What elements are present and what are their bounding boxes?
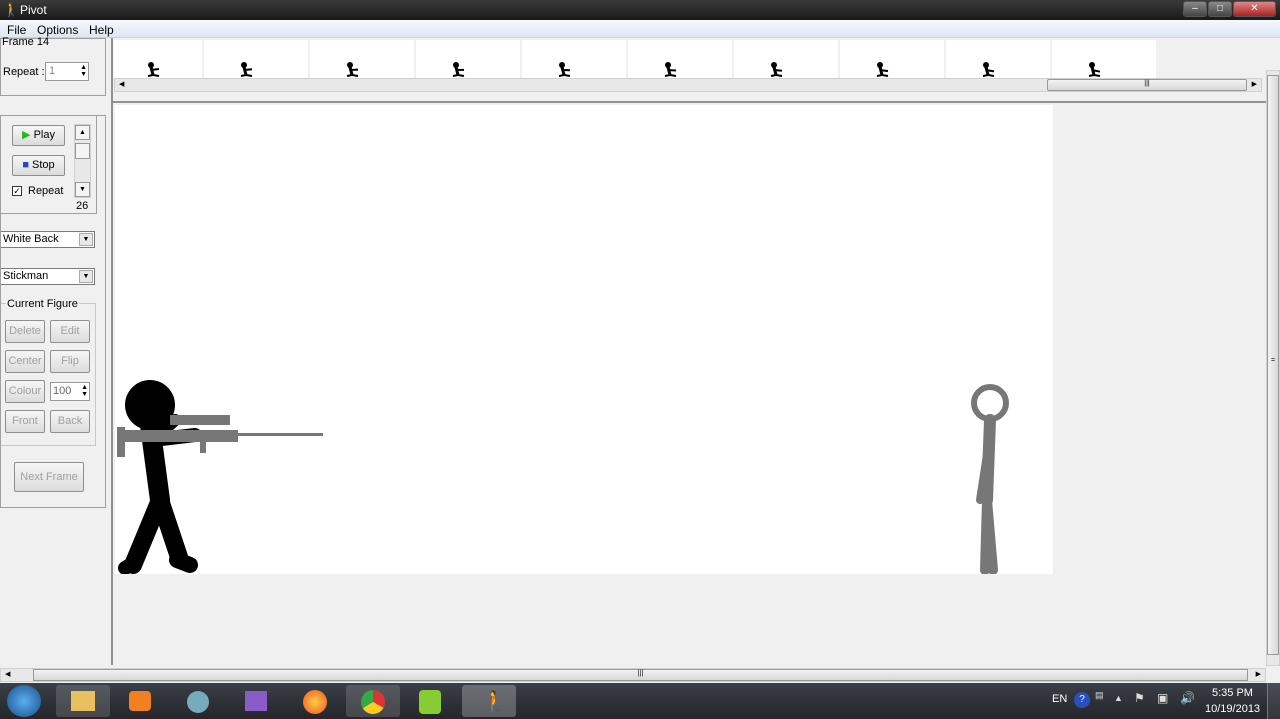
taskbar-visual-studio[interactable] [230,685,284,717]
animation-canvas[interactable] [115,105,1053,574]
back-button[interactable]: Back [50,410,90,433]
divider [111,38,113,665]
help-icon[interactable]: ? [1074,692,1090,708]
flip-button[interactable]: Flip [50,350,90,373]
next-frame-button[interactable]: Next Frame [14,462,84,492]
start-button[interactable] [7,685,41,717]
window-title: Pivot [20,3,47,17]
scroll-left-icon[interactable]: ◀ [119,80,124,88]
current-figure-legend: Current Figure [6,298,79,310]
repeat-checkbox[interactable]: ✓ [12,186,22,196]
action-center-flag-icon[interactable]: ⚑ [1134,691,1145,705]
timeline-scroll-thumb[interactable]: ||| [1047,79,1247,91]
target-stickman[interactable] [971,384,1009,574]
timeline-frame[interactable] [628,40,732,78]
clock-date[interactable]: 10/19/2013 [1205,703,1260,715]
vertical-scroll-thumb[interactable]: = [1267,75,1279,655]
play-icon: ▶ [22,129,31,141]
maximize-button[interactable]: □ [1208,1,1232,17]
scroll-right-icon[interactable]: ▶ [1256,670,1261,678]
background-select-value: White Back [3,233,59,245]
frame-label: Frame 14 [2,36,50,48]
figure-type-value: Stickman [3,270,49,282]
colour-button[interactable]: Colour [5,380,45,403]
repeat-label: Repeat : [3,66,45,78]
network-adapter-icon[interactable]: ▤ [1095,690,1104,701]
taskbar-chrome-alt[interactable] [172,685,226,717]
menu-bar: File Options Help [0,20,1280,38]
frame-repeat-value: 1 [49,65,56,77]
timeline-frame[interactable] [946,40,1050,78]
taskbar: 🚶 EN ? ▤ ▲ ⚑ ▣ 🔊 5:35 PM 10/19/2013 [0,683,1280,719]
repeat-checkbox-label: Repeat [28,185,64,197]
pivot-app-icon: 🚶 [3,2,20,17]
show-hidden-icons-icon[interactable]: ▲ [1114,693,1123,703]
delete-button[interactable]: Delete [5,320,45,343]
timeline-frame[interactable] [840,40,944,78]
menu-help[interactable]: Help [89,23,114,37]
figure-size-stepper[interactable]: 100 ▲ ▼ [50,382,90,401]
timeline-frame[interactable] [416,40,520,78]
center-button[interactable]: Center [5,350,45,373]
frame-info-panel: Frame 14 Repeat : 1 ▲ ▼ [0,36,106,96]
horizontal-scrollbar[interactable]: ◀ ||| ▶ [0,668,1266,682]
timeline-frame[interactable] [1052,40,1156,78]
volume-icon[interactable]: 🔊 [1180,691,1195,705]
clock-time[interactable]: 5:35 PM [1212,687,1253,699]
frame-repeat-stepper[interactable]: 1 ▲ ▼ [45,62,89,81]
taskbar-firefox[interactable] [288,685,342,717]
taskbar-chrome[interactable] [346,685,400,717]
taskbar-explorer[interactable] [56,685,110,717]
menu-options[interactable]: Options [37,23,78,37]
background-select[interactable]: White Back ▼ [0,231,95,248]
timeline-frame[interactable] [734,40,838,78]
spin-arrows-icon[interactable]: ▲ ▼ [81,384,88,398]
figure-type-select[interactable]: Stickman ▼ [0,268,95,285]
timeline-frame[interactable] [204,40,308,78]
playback-panel: ▶ Play ■ Stop ✓ Repeat ▲ ▼ 26 [0,115,97,214]
taskbar-media-player[interactable] [114,685,168,717]
front-button[interactable]: Front [5,410,45,433]
minimize-button[interactable]: – [1183,1,1207,17]
current-figure-group: Current Figure Delete Edit Center Flip C… [0,298,96,446]
horizontal-scroll-thumb[interactable]: ||| [33,669,1248,681]
scroll-left-icon[interactable]: ◀ [5,670,10,678]
scroll-right-icon[interactable]: ▶ [1252,80,1257,88]
timeline-frame[interactable] [310,40,414,78]
speed-slider[interactable]: ▲ ▼ [74,124,91,198]
timeline-frame[interactable] [114,40,202,78]
menu-file[interactable]: File [7,23,26,37]
edit-button[interactable]: Edit [50,320,90,343]
taskbar-pivot[interactable]: 🚶 [462,685,516,717]
divider [113,101,1266,103]
vertical-scrollbar[interactable]: = [1266,70,1280,666]
stage [117,380,1009,574]
show-desktop-button[interactable] [1267,683,1280,719]
title-bar: 🚶 Pivot – □ ✕ [0,0,1280,20]
chevron-down-icon[interactable]: ▼ [79,233,93,246]
close-button[interactable]: ✕ [1233,1,1276,17]
sniper-stickman[interactable] [118,380,202,574]
stop-icon: ■ [22,159,29,171]
speed-value: 26 [76,200,89,212]
chevron-down-icon[interactable]: ▼ [79,270,93,283]
timeline-strip: ◀ ||| ▶ [114,38,1266,94]
stop-button[interactable]: ■ Stop [12,155,65,176]
speed-slider-thumb[interactable] [75,143,90,159]
timeline-frame[interactable] [522,40,626,78]
language-indicator[interactable]: EN [1052,693,1067,705]
figure-size-value: 100 [53,385,72,397]
spin-arrows-icon[interactable]: ▲ ▼ [80,64,87,78]
timeline-scrollbar[interactable]: ◀ ||| ▶ [114,78,1262,92]
taskbar-notepad-plus[interactable] [404,685,458,717]
play-button[interactable]: ▶ Play [12,125,65,146]
network-icon[interactable]: ▣ [1157,691,1168,705]
